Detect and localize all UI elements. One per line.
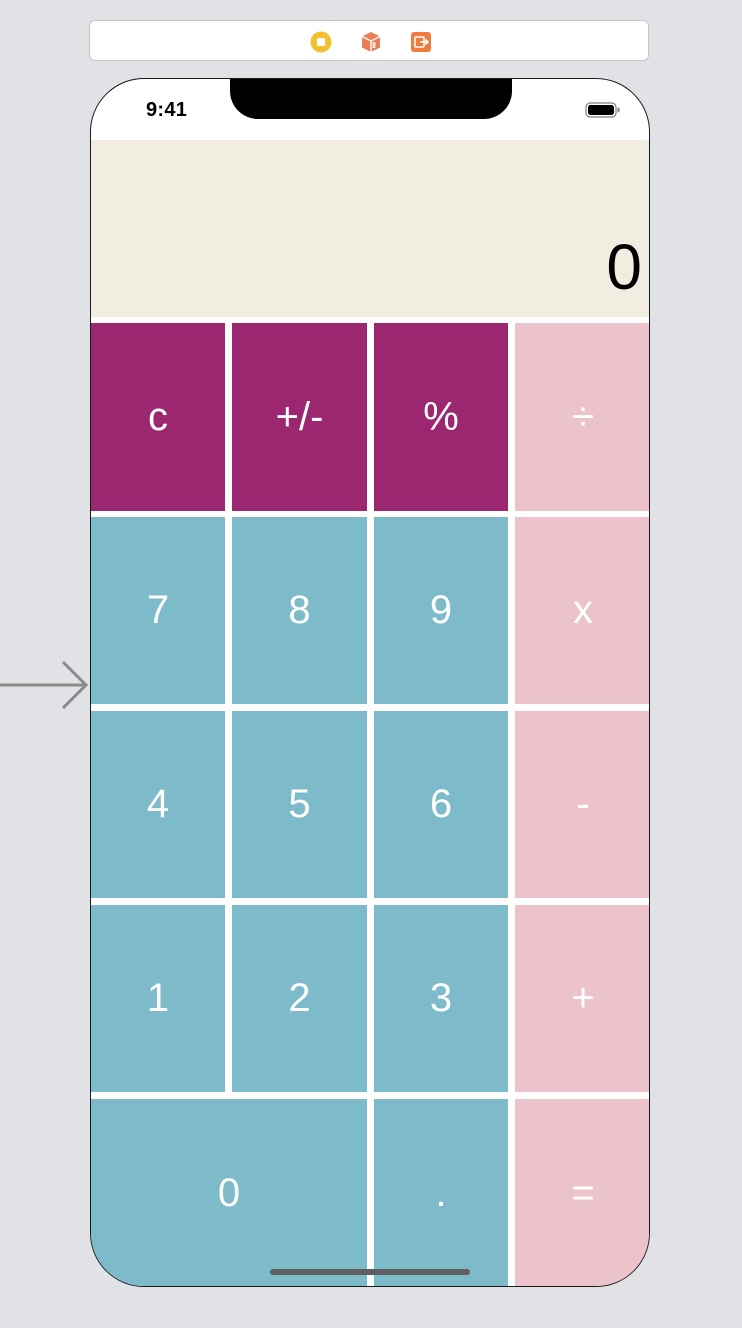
- status-time: 9:41: [146, 99, 188, 121]
- battery-icon: [585, 101, 621, 119]
- exit-icon[interactable]: [410, 31, 432, 53]
- plus-minus-label: +/-: [275, 394, 324, 439]
- six-label: 6: [429, 782, 453, 826]
- percent-button[interactable]: %: [374, 323, 508, 511]
- multiply-label: x: [573, 588, 593, 632]
- six-button[interactable]: 6: [374, 711, 508, 898]
- percent-label: %: [423, 394, 459, 439]
- three-button[interactable]: 3: [374, 905, 508, 1092]
- nine-button[interactable]: 9: [374, 517, 508, 704]
- five-label: 5: [288, 782, 311, 826]
- multiply-button[interactable]: x: [515, 517, 649, 704]
- eight-label: 8: [288, 588, 311, 632]
- zero-button[interactable]: 0: [91, 1099, 367, 1286]
- subtract-label: -: [576, 782, 590, 826]
- first-responder-icon[interactable]: [360, 31, 382, 53]
- notch: [230, 79, 512, 119]
- one-label: 1: [146, 976, 170, 1020]
- entry-point-arrow-icon[interactable]: [0, 660, 90, 710]
- four-label: 4: [146, 782, 170, 826]
- iphone-frame: 9:41 0 c +/- % ÷ 7 8 9 x 4 5 6 - 1 2 3 +…: [90, 78, 650, 1287]
- result-display: 0: [91, 140, 649, 317]
- add-button[interactable]: +: [515, 905, 649, 1092]
- one-button[interactable]: 1: [91, 905, 225, 1092]
- clear-button[interactable]: c: [91, 323, 225, 511]
- two-button[interactable]: 2: [232, 905, 367, 1092]
- equals-label: =: [571, 1171, 595, 1215]
- clear-label: c: [148, 394, 168, 439]
- four-button[interactable]: 4: [91, 711, 225, 898]
- equals-button[interactable]: =: [515, 1099, 649, 1286]
- subtract-button[interactable]: -: [515, 711, 649, 898]
- seven-button[interactable]: 7: [91, 517, 225, 704]
- home-indicator[interactable]: [270, 1269, 470, 1275]
- eight-button[interactable]: 8: [232, 517, 367, 704]
- zero-label: 0: [217, 1171, 241, 1215]
- three-label: 3: [429, 976, 453, 1020]
- add-label: +: [571, 976, 595, 1020]
- scene-dock: [89, 20, 649, 61]
- view-controller-icon[interactable]: [310, 31, 332, 53]
- display-value: 0: [606, 231, 642, 303]
- nine-label: 9: [429, 588, 453, 632]
- decimal-label: .: [435, 1171, 447, 1215]
- five-button[interactable]: 5: [232, 711, 367, 898]
- decimal-button[interactable]: .: [374, 1099, 508, 1286]
- divide-button[interactable]: ÷: [515, 323, 649, 511]
- two-label: 2: [288, 976, 311, 1020]
- plus-minus-button[interactable]: +/-: [232, 323, 367, 511]
- divide-label: ÷: [572, 394, 594, 439]
- seven-label: 7: [146, 588, 170, 632]
